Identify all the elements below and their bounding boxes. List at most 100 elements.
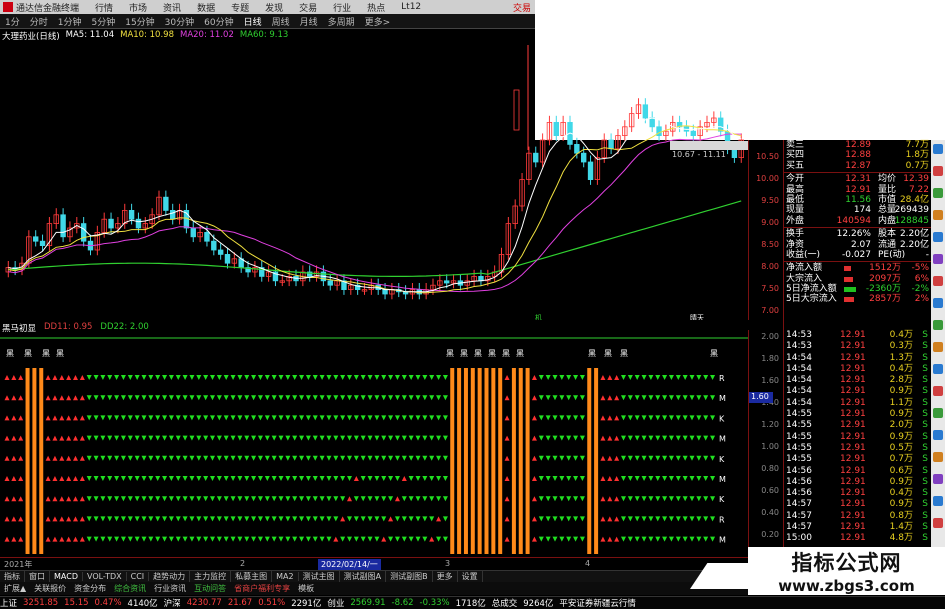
info-tab[interactable]: 省商户福利专享 [230,583,294,594]
arrow-down-icon [436,395,442,401]
kline-chart[interactable]: 10.67 - 11.11 机 晴天 [0,40,748,320]
menu-item-faxian[interactable]: 发现 [265,1,283,14]
candle-body [533,152,539,163]
period-tab-day[interactable]: 日线 [239,15,267,28]
arrow-up-icon [59,375,65,380]
tool-icon[interactable] [933,364,943,374]
tool-icon[interactable] [933,144,943,154]
menu-item-redian[interactable]: 热点 [367,1,385,14]
arrow-down-icon [312,476,318,481]
tool-icon[interactable] [933,518,943,528]
info-tab[interactable]: 模板 [294,583,318,594]
indicator-chart[interactable]: 黑黑黑黑黑黑黑黑黑黑黑黑黑黑 RMKMKMKRMK [0,334,748,556]
info-tab[interactable]: 扩展▲ [0,583,30,594]
arrow-down-icon [682,496,688,502]
price-overlay-box [670,141,748,150]
heima-bar [457,368,462,554]
arrow-down-icon [86,455,92,461]
info-tab[interactable]: 互动问答 [190,583,230,594]
period-tab[interactable]: 1分 [0,15,25,28]
arrow-down-icon [422,395,428,401]
menu-item-lt12[interactable]: Lt12 [401,2,421,12]
arrow-down-icon [381,476,387,481]
indicator-tab[interactable]: 窗口 [25,571,50,582]
arrow-down-icon [155,435,161,441]
tick-time: 14:55 [786,431,812,442]
indicator-tab[interactable]: 更多 [433,571,458,582]
indicator-tab[interactable]: 测试主图 [299,571,340,582]
tool-icon[interactable] [933,298,943,308]
menu-item-zixun[interactable]: 资讯 [163,1,181,14]
indicator-tab[interactable]: CCI [127,572,150,581]
quote-cell: 今开 [786,174,805,185]
tool-icon[interactable] [933,320,943,330]
period-tab[interactable]: 15分钟 [120,15,159,28]
indicator-tab[interactable]: 测试副图B [386,571,433,582]
arrow-down-icon [696,415,702,421]
period-tab[interactable]: 30分钟 [160,15,199,28]
arrow-down-icon [93,536,99,542]
tool-icon[interactable] [933,496,943,506]
arrow-down-icon [189,435,195,441]
indicator-tab[interactable]: 测试副图A [340,571,387,582]
period-tab-more[interactable]: 更多> [360,15,396,28]
arrow-down-icon [627,455,633,461]
candle-body [649,117,655,128]
info-tab[interactable]: 关联报价 [30,583,70,594]
arrow-down-icon [394,435,400,441]
arrow-down-icon [573,415,579,421]
period-tab[interactable]: 月线 [295,15,323,28]
tool-icon[interactable] [933,474,943,484]
period-tab[interactable]: 60分钟 [199,15,238,28]
tool-icon[interactable] [933,166,943,176]
tool-icon[interactable] [933,276,943,286]
trade-link[interactable]: 交易 [513,1,531,14]
tool-icon[interactable] [933,254,943,264]
period-tab[interactable]: 1分钟 [53,15,87,28]
tick-side: S [922,341,928,352]
menu-item-zhuanti[interactable]: 专题 [231,1,249,14]
tool-icon[interactable] [933,452,943,462]
info-tab[interactable]: 综合资讯 [110,583,150,594]
indicator-name[interactable]: 黑马初显 [2,322,36,334]
period-tab[interactable]: 周线 [267,15,295,28]
period-tab[interactable]: 分时 [25,15,53,28]
menu-item-hangye[interactable]: 行业 [333,1,351,14]
indicator-tab[interactable]: 趋势动力 [149,571,191,582]
tool-icon[interactable] [933,430,943,440]
arrow-down-icon [648,476,654,481]
arrow-down-icon [668,455,674,461]
indicator-tab[interactable]: MACD [50,572,83,581]
period-tab[interactable]: 5分钟 [86,15,120,28]
menu-item-jiaoyi[interactable]: 交易 [299,1,317,14]
menu-item-shuju[interactable]: 数据 [197,1,215,14]
tool-icon[interactable] [933,386,943,396]
arrow-down-icon [442,476,448,481]
tool-icon[interactable] [933,210,943,220]
tool-icon[interactable] [933,232,943,242]
tool-icon[interactable] [933,342,943,352]
tool-icon[interactable] [933,408,943,418]
indicator-tab[interactable]: VOL-TDX [83,572,127,581]
info-tab[interactable]: 行业资讯 [150,583,190,594]
tool-icon[interactable] [933,188,943,198]
menu-item-shichang[interactable]: 市场 [129,1,147,14]
arrow-down-icon [655,455,661,461]
period-tab[interactable]: 多周期 [323,15,360,28]
arrow-down-icon [367,375,373,380]
indicator-tab[interactable]: MA2 [272,572,299,581]
indicator-tab[interactable]: 主力监控 [190,571,232,582]
arrow-down-icon [162,476,168,481]
arrow-up-icon [59,395,65,401]
indicator-tab[interactable]: 设置 [458,571,483,582]
arrow-down-icon [162,435,168,441]
indicator-tab[interactable]: 私募主图 [231,571,273,582]
candle-body [190,227,196,238]
tick-price: 12.91 [840,442,866,453]
arrow-down-icon [271,415,277,421]
arrow-up-icon [607,375,613,380]
arrow-down-icon [360,496,366,502]
indicator-tab[interactable]: 指标 [0,571,25,582]
info-tab[interactable]: 资金分布 [70,583,110,594]
menu-item-hangqing[interactable]: 行情 [95,1,113,14]
